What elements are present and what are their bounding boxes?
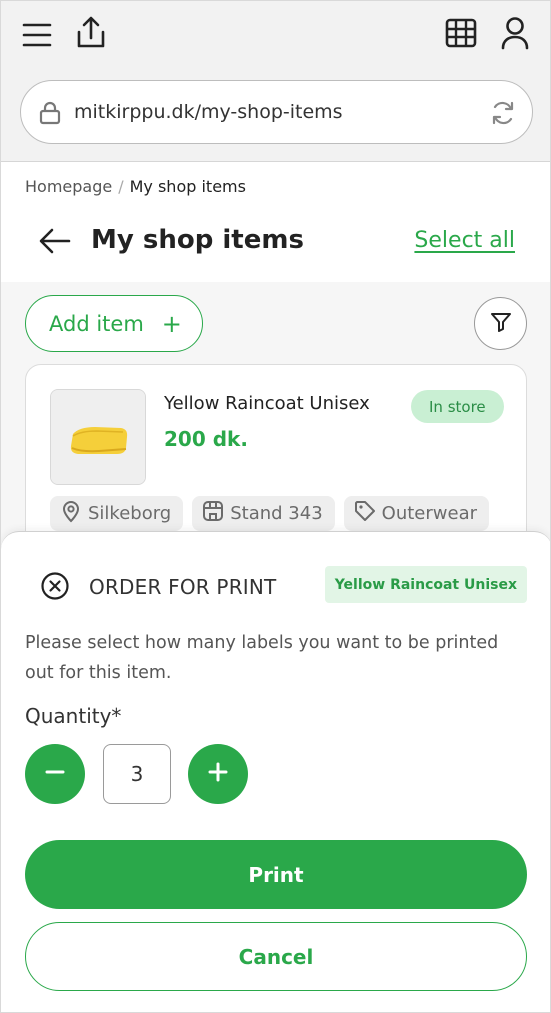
- select-all-link[interactable]: Select all: [414, 228, 515, 253]
- plus-icon: +: [161, 309, 182, 338]
- filter-icon: [489, 310, 513, 338]
- tag-location: Silkeborg: [50, 496, 184, 531]
- location-pin-icon: [60, 499, 82, 528]
- reload-icon[interactable]: [490, 100, 516, 130]
- page-title: My shop items: [91, 225, 304, 255]
- breadcrumb-home[interactable]: Homepage: [25, 177, 112, 196]
- product-tags: Silkeborg Stand 343 Outerwear: [50, 496, 490, 531]
- product-name: Yellow Raincoat Unisex: [164, 393, 370, 414]
- breadcrumb-current: My shop items: [129, 177, 246, 196]
- user-icon[interactable]: [500, 16, 530, 50]
- store-icon: [202, 500, 224, 527]
- item-name-badge: Yellow Raincoat Unisex: [324, 566, 527, 603]
- cancel-button[interactable]: Cancel: [25, 922, 527, 991]
- share-icon[interactable]: [75, 15, 107, 51]
- url-text[interactable]: mitkirppu.dk/my-shop-items: [74, 101, 343, 123]
- back-arrow-icon[interactable]: [39, 227, 71, 259]
- add-item-button[interactable]: Add item +: [25, 295, 203, 352]
- grid-icon[interactable]: [445, 17, 477, 49]
- tag-label: Stand 343: [230, 503, 323, 524]
- quantity-label: Quantity*: [25, 704, 122, 728]
- app-frame: mitkirppu.dk/my-shop-items Homepage / My s…: [0, 0, 551, 1013]
- tag-category: Outerwear: [343, 496, 490, 531]
- minus-icon: [45, 762, 65, 786]
- lock-icon: [39, 101, 61, 129]
- status-badge: In store: [411, 390, 504, 423]
- order-for-print-sheet: ORDER FOR PRINT Yellow Raincoat Unisex P…: [1, 531, 550, 1012]
- menu-icon[interactable]: [21, 19, 53, 51]
- browser-toolbar: mitkirppu.dk/my-shop-items: [1, 1, 550, 162]
- add-item-label: Add item: [49, 311, 144, 336]
- breadcrumb: Homepage / My shop items: [25, 177, 246, 196]
- tag-stand: Stand 343: [192, 496, 335, 531]
- page-header: My shop items Select all: [1, 211, 550, 281]
- tag-icon: [354, 500, 376, 527]
- print-button[interactable]: Print: [25, 840, 527, 909]
- filter-button[interactable]: [474, 297, 527, 350]
- decrement-button[interactable]: [25, 744, 85, 804]
- quantity-field[interactable]: [103, 744, 171, 804]
- tag-label: Outerwear: [381, 503, 478, 524]
- plus-icon: [208, 762, 228, 786]
- product-image: [50, 389, 146, 485]
- product-price: 200 dk.: [164, 427, 248, 451]
- breadcrumb-separator: /: [118, 177, 124, 196]
- sheet-title: ORDER FOR PRINT: [89, 575, 277, 599]
- instructions-text: Please select how many labels you want t…: [25, 633, 499, 683]
- close-icon[interactable]: [40, 571, 70, 605]
- address-bar[interactable]: mitkirppu.dk/my-shop-items: [20, 80, 533, 144]
- increment-button[interactable]: [188, 744, 248, 804]
- tag-label: Silkeborg: [88, 503, 172, 524]
